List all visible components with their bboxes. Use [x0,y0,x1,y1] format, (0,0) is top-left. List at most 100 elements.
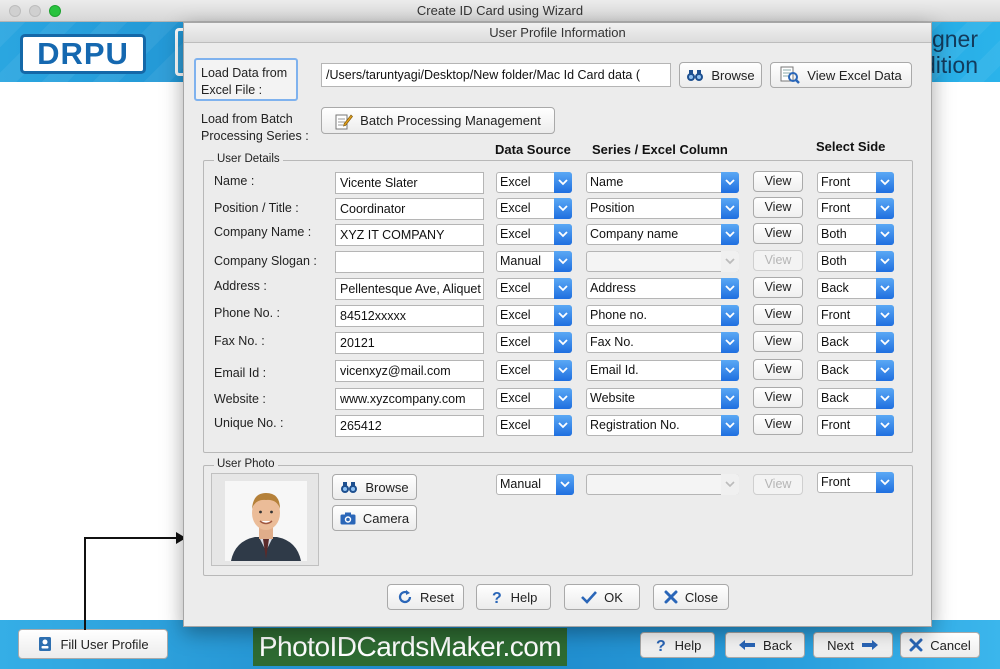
row-0-side-value: Front [821,175,851,189]
row-7-side-value: Back [821,363,849,377]
chevron-down-icon [876,360,894,381]
row-5-column-select[interactable]: Phone no. [586,305,739,326]
row-3-column-select[interactable] [586,251,739,272]
help-button[interactable]: ? Help [476,584,551,610]
close-icon [664,590,678,604]
row-2-value-field[interactable]: XYZ IT COMPANY [335,224,484,246]
row-1-view-button[interactable]: View [753,197,803,218]
chevron-down-icon [876,251,894,272]
site-watermark: PhotoIDCardsMaker.com [253,628,567,666]
row-7-side-select[interactable]: Back [817,360,894,381]
row-4-side-select[interactable]: Back [817,278,894,299]
row-9-view-button[interactable]: View [753,414,803,435]
row-7-source-value: Excel [500,363,531,377]
series-column-header: Series / Excel Column [592,142,728,157]
photo-column-select[interactable] [586,474,739,495]
row-0-column-value: Name [590,175,624,189]
wizard-next-label: Next [827,637,854,653]
row-9-column-select[interactable]: Registration No. [586,415,739,436]
row-9-side-select[interactable]: Front [817,415,894,436]
row-9-source-select[interactable]: Excel [496,415,572,436]
row-8-side-select[interactable]: Back [817,388,894,409]
chevron-down-icon [556,474,574,495]
row-0-source-select[interactable]: Excel [496,172,572,193]
chevron-down-icon [554,332,572,353]
row-3-side-select[interactable]: Both [817,251,894,272]
row-6-column-select[interactable]: Fax No. [586,332,739,353]
wizard-back-button[interactable]: Back [725,632,805,658]
row-2-view-button[interactable]: View [753,223,803,244]
row-2-side-value: Both [821,227,847,241]
camera-label: Camera [362,510,410,526]
row-1-value-field[interactable]: Coordinator [335,198,484,220]
row-5-source-select[interactable]: Excel [496,305,572,326]
row-0-column-select[interactable]: Name [586,172,739,193]
row-1-source-select[interactable]: Excel [496,198,572,219]
excel-browse-button[interactable]: Browse [679,62,762,88]
row-1-side-value: Front [821,201,851,215]
select-side-header: Select Side [816,139,886,154]
wizard-help-button[interactable]: ? Help [640,632,715,658]
wizard-next-button[interactable]: Next [813,632,893,658]
chevron-down-icon [876,415,894,436]
fill-user-profile-button[interactable]: Fill User Profile [18,629,168,659]
row-7-view-button[interactable]: View [753,359,803,380]
row-9-column-value: Registration No. [590,418,680,432]
row-3-value-field[interactable] [335,251,484,273]
row-9-value-field[interactable]: 265412 [335,415,484,437]
row-7-source-select[interactable]: Excel [496,360,572,381]
photo-source-select[interactable]: Manual [496,474,574,495]
row-8-column-select[interactable]: Website [586,388,739,409]
row-0-value-field[interactable]: Vicente Slater [335,172,484,194]
row-4-source-select[interactable]: Excel [496,278,572,299]
batch-processing-button[interactable]: Batch Processing Management [321,107,555,134]
row-8-source-select[interactable]: Excel [496,388,572,409]
photo-browse-button[interactable]: Browse [332,474,417,500]
row-4-view-button[interactable]: View [753,277,803,298]
row-8-view-button[interactable]: View [753,387,803,408]
row-5-side-select[interactable]: Front [817,305,894,326]
row-5-value-field[interactable]: 84512xxxxx [335,305,484,327]
wizard-cancel-button[interactable]: Cancel [900,632,980,658]
excel-file-path-field[interactable]: /Users/taruntyagi/Desktop/New folder/Mac… [321,63,671,87]
row-7-column-select[interactable]: Email Id. [586,360,739,381]
row-4-column-select[interactable]: Address [586,278,739,299]
row-1-column-select[interactable]: Position [586,198,739,219]
photo-view-button[interactable]: View [753,474,803,495]
close-button[interactable]: Close [653,584,729,610]
row-7-value-field[interactable]: vicenxyz@mail.com [335,360,484,382]
row-2-column-value: Company name [590,227,679,241]
row-6-view-button[interactable]: View [753,331,803,352]
view-excel-data-button[interactable]: View Excel Data [770,62,912,88]
help-icon: ? [654,637,668,653]
photo-side-select[interactable]: Front [817,472,894,493]
row-6-value-field[interactable]: 20121 [335,332,484,354]
row-6-source-select[interactable]: Excel [496,332,572,353]
zoom-window-icon[interactable] [49,5,61,17]
batch-load-label: Load from Batch Processing Series : [201,112,309,143]
ok-button[interactable]: OK [564,584,640,610]
row-5-view-button[interactable]: View [753,304,803,325]
row-8-value-field[interactable]: www.xyzcompany.com [335,388,484,410]
row-5-source-value: Excel [500,308,531,322]
chevron-down-icon [721,415,739,436]
chevron-down-icon [721,388,739,409]
camera-button[interactable]: Camera [332,505,417,531]
reset-button[interactable]: Reset [387,584,464,610]
row-3-view-button[interactable]: View [753,250,803,271]
minimize-window-icon[interactable] [29,5,41,17]
help-label: Help [510,589,538,605]
row-0-side-select[interactable]: Front [817,172,894,193]
row-0-view-button[interactable]: View [753,171,803,192]
row-6-side-select[interactable]: Back [817,332,894,353]
row-2-column-select[interactable]: Company name [586,224,739,245]
row-4-value-field[interactable]: Pellentesque Ave, Aliquet [335,278,484,300]
row-2-side-select[interactable]: Both [817,224,894,245]
drpu-logo: DRPU [20,34,146,74]
row-2-source-select[interactable]: Excel [496,224,572,245]
row-1-side-select[interactable]: Front [817,198,894,219]
row-9-source-value: Excel [500,418,531,432]
close-window-icon[interactable] [9,5,21,17]
row-0-source-value: Excel [500,175,531,189]
row-3-source-select[interactable]: Manual [496,251,572,272]
